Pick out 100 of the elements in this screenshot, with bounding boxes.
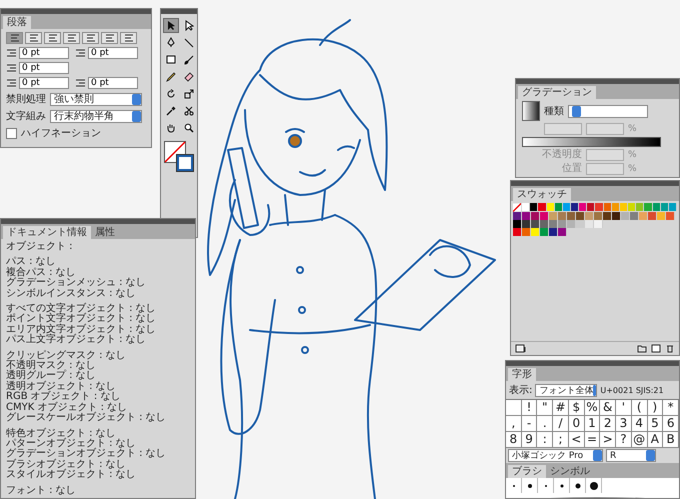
opacity-field[interactable] — [586, 149, 624, 161]
trash-icon[interactable] — [665, 344, 675, 353]
color-swatch[interactable] — [576, 212, 585, 220]
color-swatch[interactable] — [540, 228, 549, 236]
glyph-cell[interactable]: , — [506, 416, 522, 432]
glyph-cell[interactable]: = — [584, 432, 600, 448]
color-swatch[interactable] — [567, 212, 576, 220]
spacing-field[interactable]: 0 pt — [19, 47, 69, 59]
glyph-cell[interactable]: B — [663, 432, 679, 448]
color-swatch[interactable] — [585, 212, 594, 220]
folder-icon[interactable] — [637, 344, 647, 353]
new-swatch-icon[interactable] — [651, 344, 661, 353]
color-swatch[interactable] — [666, 212, 675, 220]
color-swatch[interactable] — [540, 212, 549, 220]
font-dropdown[interactable]: 小塚ゴシック Pro — [508, 449, 603, 462]
glyph-cell[interactable]: ) — [648, 400, 664, 416]
panel-tab[interactable]: スウォッチ — [513, 188, 571, 201]
color-swatch[interactable] — [522, 220, 531, 228]
blank-glyph-cell[interactable] — [506, 400, 522, 416]
color-swatch[interactable] — [585, 220, 594, 228]
glyph-cell[interactable]: : — [537, 432, 554, 448]
color-swatch[interactable] — [513, 228, 522, 236]
align-button[interactable] — [6, 32, 23, 44]
stroke-swatch[interactable] — [176, 154, 194, 172]
color-swatch[interactable] — [549, 212, 558, 220]
location-field[interactable] — [586, 163, 624, 175]
glyph-cell[interactable]: ( — [632, 400, 648, 416]
glyph-cell[interactable]: 5 — [648, 416, 664, 432]
glyph-cell[interactable]: / — [553, 416, 569, 432]
glyph-cell[interactable]: " — [537, 400, 554, 416]
align-button[interactable] — [25, 32, 42, 44]
glyph-cell[interactable]: - — [522, 416, 538, 432]
panel-tab[interactable]: グラデーション — [518, 86, 596, 99]
color-swatch[interactable] — [549, 228, 558, 236]
color-swatch[interactable] — [595, 203, 604, 211]
color-swatch[interactable] — [522, 212, 531, 220]
glyph-cell[interactable]: < — [568, 432, 585, 448]
angle-field[interactable] — [544, 123, 582, 135]
glyph-cell[interactable]: $ — [568, 400, 585, 416]
color-swatch[interactable] — [576, 220, 585, 228]
panel-tab[interactable]: シンボル — [546, 465, 594, 478]
color-swatch[interactable] — [540, 220, 549, 228]
glyph-cell[interactable]: 8 — [506, 432, 522, 448]
color-swatch[interactable] — [538, 203, 547, 211]
color-swatch[interactable] — [549, 220, 558, 228]
align-button[interactable] — [44, 32, 61, 44]
glyph-cell[interactable]: ? — [616, 432, 632, 448]
ratio-field[interactable] — [586, 123, 624, 135]
color-swatch[interactable] — [630, 212, 639, 220]
color-swatch[interactable] — [513, 220, 522, 228]
glyph-cell[interactable]: 3 — [616, 416, 632, 432]
glyph-cell[interactable]: 2 — [600, 416, 616, 432]
align-button[interactable] — [82, 32, 99, 44]
library-icon[interactable] — [515, 344, 527, 353]
color-swatch[interactable] — [628, 203, 636, 211]
none-swatch[interactable] — [513, 203, 522, 212]
style-dropdown[interactable]: R — [606, 449, 656, 462]
color-swatch[interactable] — [579, 203, 588, 211]
color-swatch[interactable] — [522, 228, 531, 236]
show-dropdown[interactable]: フォント全体 — [535, 384, 598, 396]
color-swatch[interactable] — [639, 212, 648, 220]
color-swatch[interactable] — [530, 203, 538, 211]
color-swatch[interactable] — [587, 203, 596, 211]
glyph-cell[interactable]: 4 — [632, 416, 648, 432]
glyph-cell[interactable]: 6 — [663, 416, 679, 432]
color-swatch[interactable] — [522, 203, 530, 211]
color-swatch[interactable] — [644, 203, 653, 211]
type-dropdown[interactable] — [568, 104, 648, 118]
color-swatch[interactable] — [531, 212, 540, 220]
glyph-cell[interactable]: . — [537, 416, 554, 432]
color-swatch[interactable] — [603, 212, 612, 220]
panel-tab[interactable]: 属性 — [91, 226, 119, 239]
glyph-cell[interactable]: * — [663, 400, 679, 416]
glyph-cell[interactable]: 0 — [568, 416, 585, 432]
glyph-cell[interactable]: % — [584, 400, 600, 416]
color-swatch[interactable] — [594, 212, 603, 220]
color-swatch[interactable] — [531, 228, 540, 236]
color-swatch[interactable] — [513, 212, 522, 220]
spacing-field[interactable]: 0 pt — [19, 62, 69, 74]
glyph-cell[interactable]: @ — [632, 432, 648, 448]
panel-tab[interactable]: 段落 — [3, 16, 31, 29]
panel-tab[interactable]: 字形 — [508, 368, 536, 381]
align-button[interactable] — [120, 32, 137, 44]
dropdown[interactable]: 行末約物半角 — [50, 110, 142, 122]
spacing-field[interactable]: 0 pt — [88, 47, 138, 59]
color-swatch[interactable] — [558, 220, 567, 228]
color-swatch[interactable] — [558, 228, 567, 236]
glyph-cell[interactable]: A — [648, 432, 664, 448]
color-swatch[interactable] — [558, 212, 567, 220]
glyph-cell[interactable]: # — [553, 400, 569, 416]
color-swatch[interactable] — [594, 220, 603, 228]
panel-tab[interactable]: ブラシ — [508, 465, 546, 478]
glyph-cell[interactable]: & — [600, 400, 616, 416]
color-swatch[interactable] — [657, 212, 666, 220]
glyph-cell[interactable]: 9 — [522, 432, 538, 448]
spacing-field[interactable]: 0 pt — [19, 77, 69, 89]
align-button[interactable] — [101, 32, 118, 44]
color-swatch[interactable] — [567, 220, 576, 228]
glyph-cell[interactable]: ' — [616, 400, 632, 416]
dropdown[interactable]: 強い禁則 — [50, 92, 142, 106]
